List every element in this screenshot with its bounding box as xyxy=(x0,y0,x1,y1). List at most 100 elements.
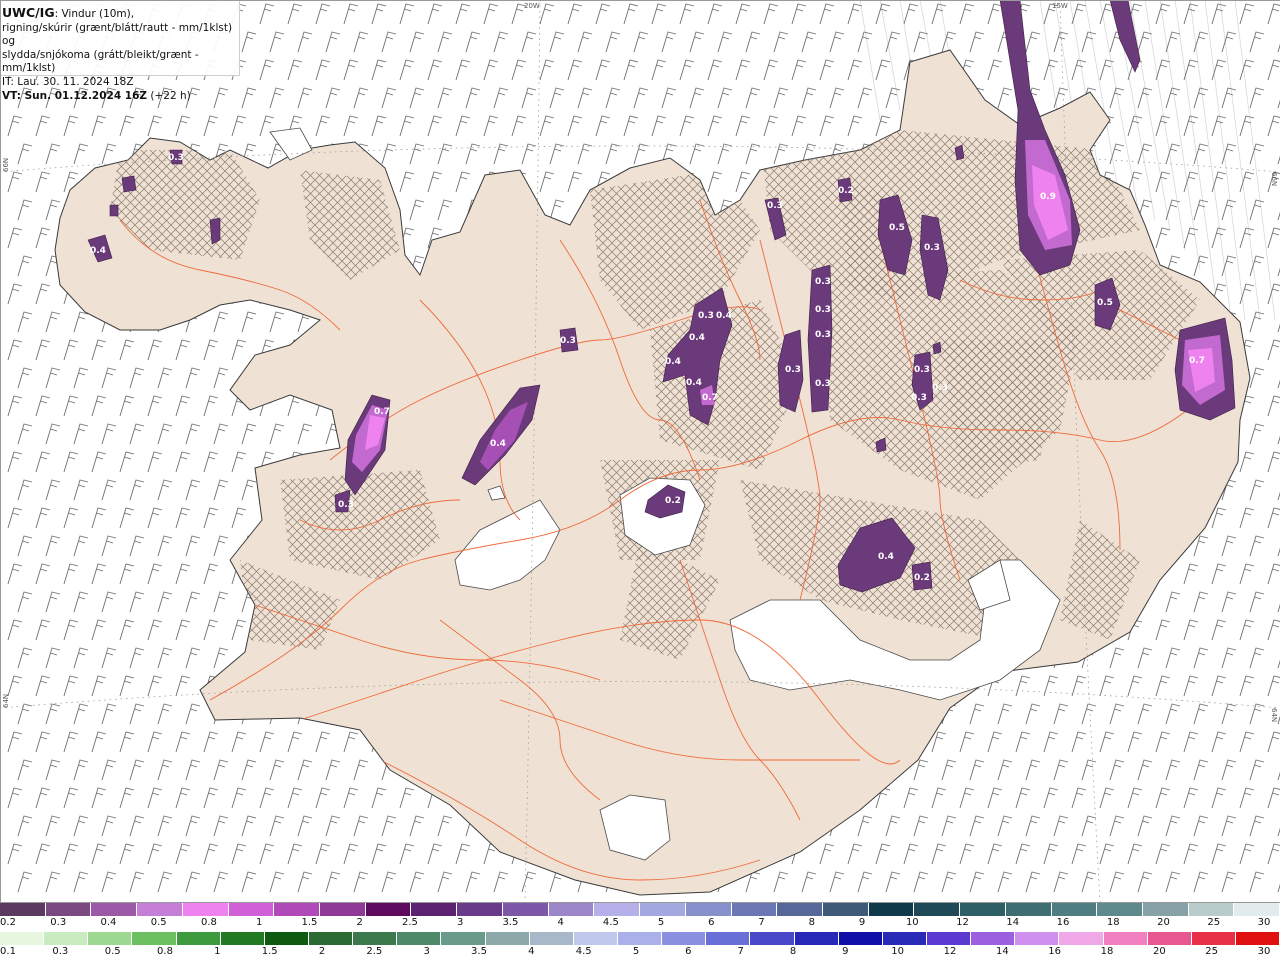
snow-scale-swatch xyxy=(1188,903,1235,916)
snow-scale-label: 1.5 xyxy=(301,917,318,928)
precip-label: 0.4 xyxy=(689,333,705,343)
snow-scale-swatch xyxy=(411,903,458,916)
precip-label: 0.5 xyxy=(1097,298,1113,308)
snow-scale-swatch xyxy=(868,903,915,916)
snow-scale-swatch xyxy=(1097,903,1143,916)
rain-scale-swatch xyxy=(662,932,707,945)
rain-scale-label: 5 xyxy=(632,946,640,957)
snow-scale-swatch xyxy=(1051,903,1098,916)
precip-label: 0.3 xyxy=(815,305,831,315)
snow-scale-label: 1 xyxy=(256,917,263,928)
rain-scale-swatch xyxy=(882,932,927,945)
snow-scale-swatch xyxy=(274,903,321,916)
snow-scale-label: 0.8 xyxy=(201,917,217,928)
snow-scale-swatch xyxy=(457,903,503,916)
precip-label: 0.4 xyxy=(90,246,106,256)
rain-scale-swatch xyxy=(264,932,309,945)
rain-scale-swatch xyxy=(176,932,221,945)
rain-color-scale xyxy=(0,932,1280,947)
snow-scale-swatch xyxy=(137,903,183,916)
rain-scale-label: 0.1 xyxy=(0,946,16,957)
valid-time: VT: Sun. 01.12.2024 16Z xyxy=(2,89,148,102)
rain-scale-label: 0.5 xyxy=(104,946,121,957)
precip-label: 0.2 xyxy=(914,573,930,583)
rain-scale-swatch xyxy=(397,932,442,945)
rain-scale-label: 8 xyxy=(789,946,797,957)
rain-scale-label: 30 xyxy=(1257,946,1271,957)
snow-scale-label: 0.4 xyxy=(100,917,117,928)
rain-scale-swatch xyxy=(0,932,45,945)
rain-scale-label: 10 xyxy=(891,946,905,957)
lon-label-20w: 20W xyxy=(524,2,540,10)
snow-scale-label: 12 xyxy=(956,917,969,928)
snow-scale-label: 3 xyxy=(456,917,464,928)
snow-scale-label: 10 xyxy=(905,917,919,928)
snow-scale-labels: 0.2 0.3 0.4 0.5 0.8 1 1.5 2 2.5 3 3.5 4 4.5 5 6 7 8 9 10 12… xyxy=(0,917,1280,931)
snow-scale-swatch xyxy=(640,903,686,916)
precip-label: 0.4 xyxy=(490,439,506,449)
rain-scale-swatch xyxy=(1103,932,1148,945)
lat-label-64n-left: 64N xyxy=(2,694,10,708)
snow-scale-swatch xyxy=(685,903,732,916)
snow-scale-swatch xyxy=(1005,903,1052,916)
snow-scale-swatch xyxy=(731,903,778,916)
rain-scale-label: 4.5 xyxy=(575,946,592,957)
precip-label: 0.4 xyxy=(665,357,681,367)
map-info-box: UWC/IG: Vindur (10m), rigning/skúrir (gr… xyxy=(0,0,240,102)
rain-scale-label: 2.5 xyxy=(366,946,383,957)
lead-time: (+22 h) xyxy=(147,89,191,102)
lon-label-15w: 15W xyxy=(1052,2,1068,10)
rain-scale-label: 9 xyxy=(842,946,849,957)
rain-scale-swatch xyxy=(838,932,883,945)
precip-label: 0.4 xyxy=(716,311,732,321)
rain-scale-swatch xyxy=(485,932,530,945)
rain-scale-label: 1 xyxy=(214,946,221,957)
rain-scale-label: 1.5 xyxy=(261,946,278,957)
rain-scale-label: 18 xyxy=(1100,946,1114,957)
precip-label: 0.3 xyxy=(911,393,927,403)
snow-scale-label: 9 xyxy=(858,917,866,928)
snow-scale-label: 25 xyxy=(1207,917,1221,928)
snow-scale-label: 4.5 xyxy=(602,917,619,928)
snow-color-scale xyxy=(0,903,1280,918)
snow-scale-label: 14 xyxy=(1006,917,1020,928)
snow-scale-label: 0.3 xyxy=(50,917,67,928)
rain-scale-label: 3.5 xyxy=(471,946,487,957)
rain-scale-swatch xyxy=(308,932,354,945)
rain-scale-swatch xyxy=(132,932,177,945)
snow-scale-swatch xyxy=(1142,903,1189,916)
rain-scale-labels: 0.1 0.3 0.5 0.8 1 1.5 2 2.5 3 3.5 4 4.5 5 6 7 8 9 10 12 14 1… xyxy=(0,946,1280,960)
snow-scale-label: 0.5 xyxy=(150,917,167,928)
snow-scale-swatch xyxy=(182,903,229,916)
rain-scale-swatch xyxy=(220,932,265,945)
precip-label: 0.3 xyxy=(168,153,184,163)
rain-scale-label: 0.8 xyxy=(157,946,173,957)
header-line1: : Vindur (10m), xyxy=(54,8,135,20)
rain-scale-swatch xyxy=(573,932,618,945)
snow-scale-label: 16 xyxy=(1056,917,1070,928)
rain-scale-swatch xyxy=(1147,932,1192,945)
snow-scale-swatch xyxy=(502,903,549,916)
rain-scale-label: 6 xyxy=(685,946,692,957)
rain-scale-swatch xyxy=(617,932,663,945)
rain-scale-label: 20 xyxy=(1152,946,1166,957)
snow-scale-label: 4 xyxy=(557,917,564,928)
snow-scale-label: 6 xyxy=(708,917,715,928)
rain-scale-label: 14 xyxy=(995,946,1009,957)
rain-scale-label: 16 xyxy=(1048,946,1062,957)
rain-scale-swatch xyxy=(794,932,839,945)
rain-scale-label: 2 xyxy=(318,946,326,957)
precip-label: 0.3 xyxy=(924,243,940,253)
precip-label: 0.2 xyxy=(665,496,681,506)
rain-scale-swatch xyxy=(353,932,398,945)
rain-scale-label: 12 xyxy=(943,946,957,957)
rain-scale-label: 3 xyxy=(423,946,430,957)
snow-scale-label: 18 xyxy=(1106,917,1120,928)
rain-scale-swatch xyxy=(1059,932,1104,945)
precip-label: 0.3 xyxy=(767,201,783,211)
rain-scale-swatch xyxy=(926,932,972,945)
header-line2: rigning/skúrir (grænt/blátt/rautt - mm/1… xyxy=(2,21,233,48)
rain-scale-swatch xyxy=(1235,932,1280,945)
precip-label: 0.4 xyxy=(878,552,894,562)
snow-scale-label: 7 xyxy=(758,917,765,928)
